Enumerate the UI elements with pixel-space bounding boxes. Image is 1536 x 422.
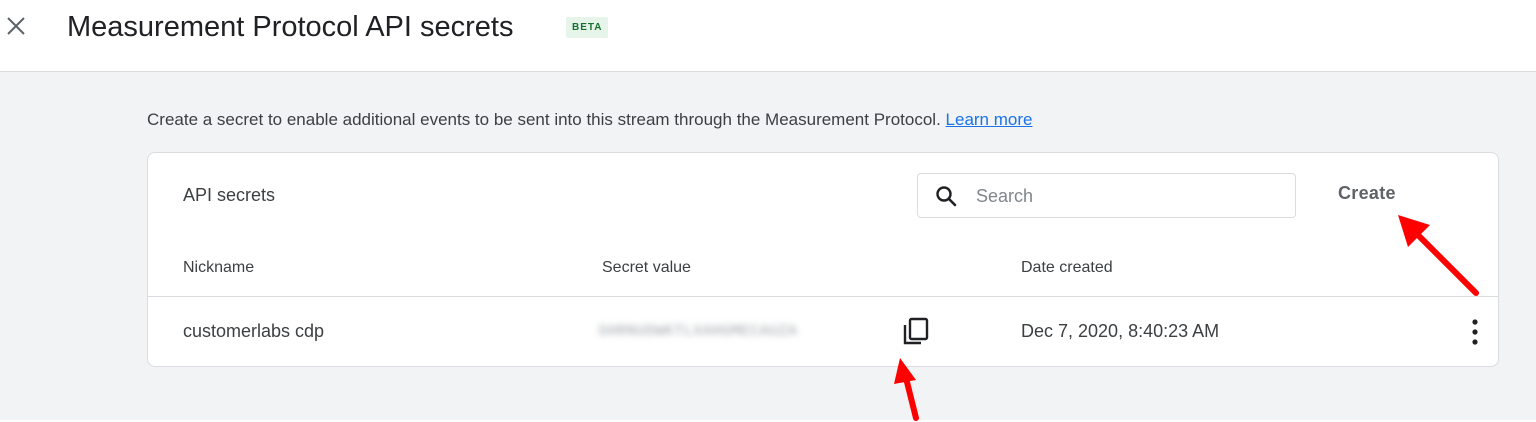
table-header-divider [148, 296, 1498, 297]
close-icon [7, 17, 25, 35]
column-header-date-created[interactable]: Date created [1021, 258, 1113, 278]
card-title: API secrets [183, 185, 276, 205]
learn-more-link[interactable]: Learn more [946, 110, 1033, 129]
copy-icon [903, 317, 929, 345]
beta-badge: BETA [566, 17, 609, 38]
more-vert-icon [1472, 319, 1478, 345]
dialog: Measurement Protocol API secrets BETA Cr… [0, 0, 1536, 422]
search-icon [936, 186, 957, 207]
intro-text: Create a secret to enable additional eve… [147, 109, 1032, 131]
intro-description: Create a secret to enable additional eve… [147, 110, 941, 129]
column-header-nickname[interactable]: Nickname [183, 258, 254, 278]
row-menu-button[interactable] [1464, 317, 1486, 347]
search-input[interactable] [976, 182, 1276, 210]
dialog-content: Create a secret to enable additional eve… [0, 72, 1536, 420]
create-button[interactable]: Create [1338, 181, 1396, 205]
dialog-header: Measurement Protocol API secrets BETA [0, 0, 1536, 72]
close-button[interactable] [2, 12, 30, 40]
row-nickname: customerlabs cdp [183, 321, 325, 341]
row-date-created: Dec 7, 2020, 8:40:23 AM [1021, 321, 1220, 341]
copy-secret-button[interactable] [900, 315, 932, 347]
search-box[interactable] [917, 173, 1296, 218]
column-header-secret-value[interactable]: Secret value [602, 258, 691, 278]
api-secrets-card: API secrets Create Nickname Secret value… [147, 152, 1499, 367]
row-secret-value: SHRNUDWKTLXAHGMECAUZA [598, 323, 798, 340]
dialog-title: Measurement Protocol API secrets [67, 11, 514, 43]
